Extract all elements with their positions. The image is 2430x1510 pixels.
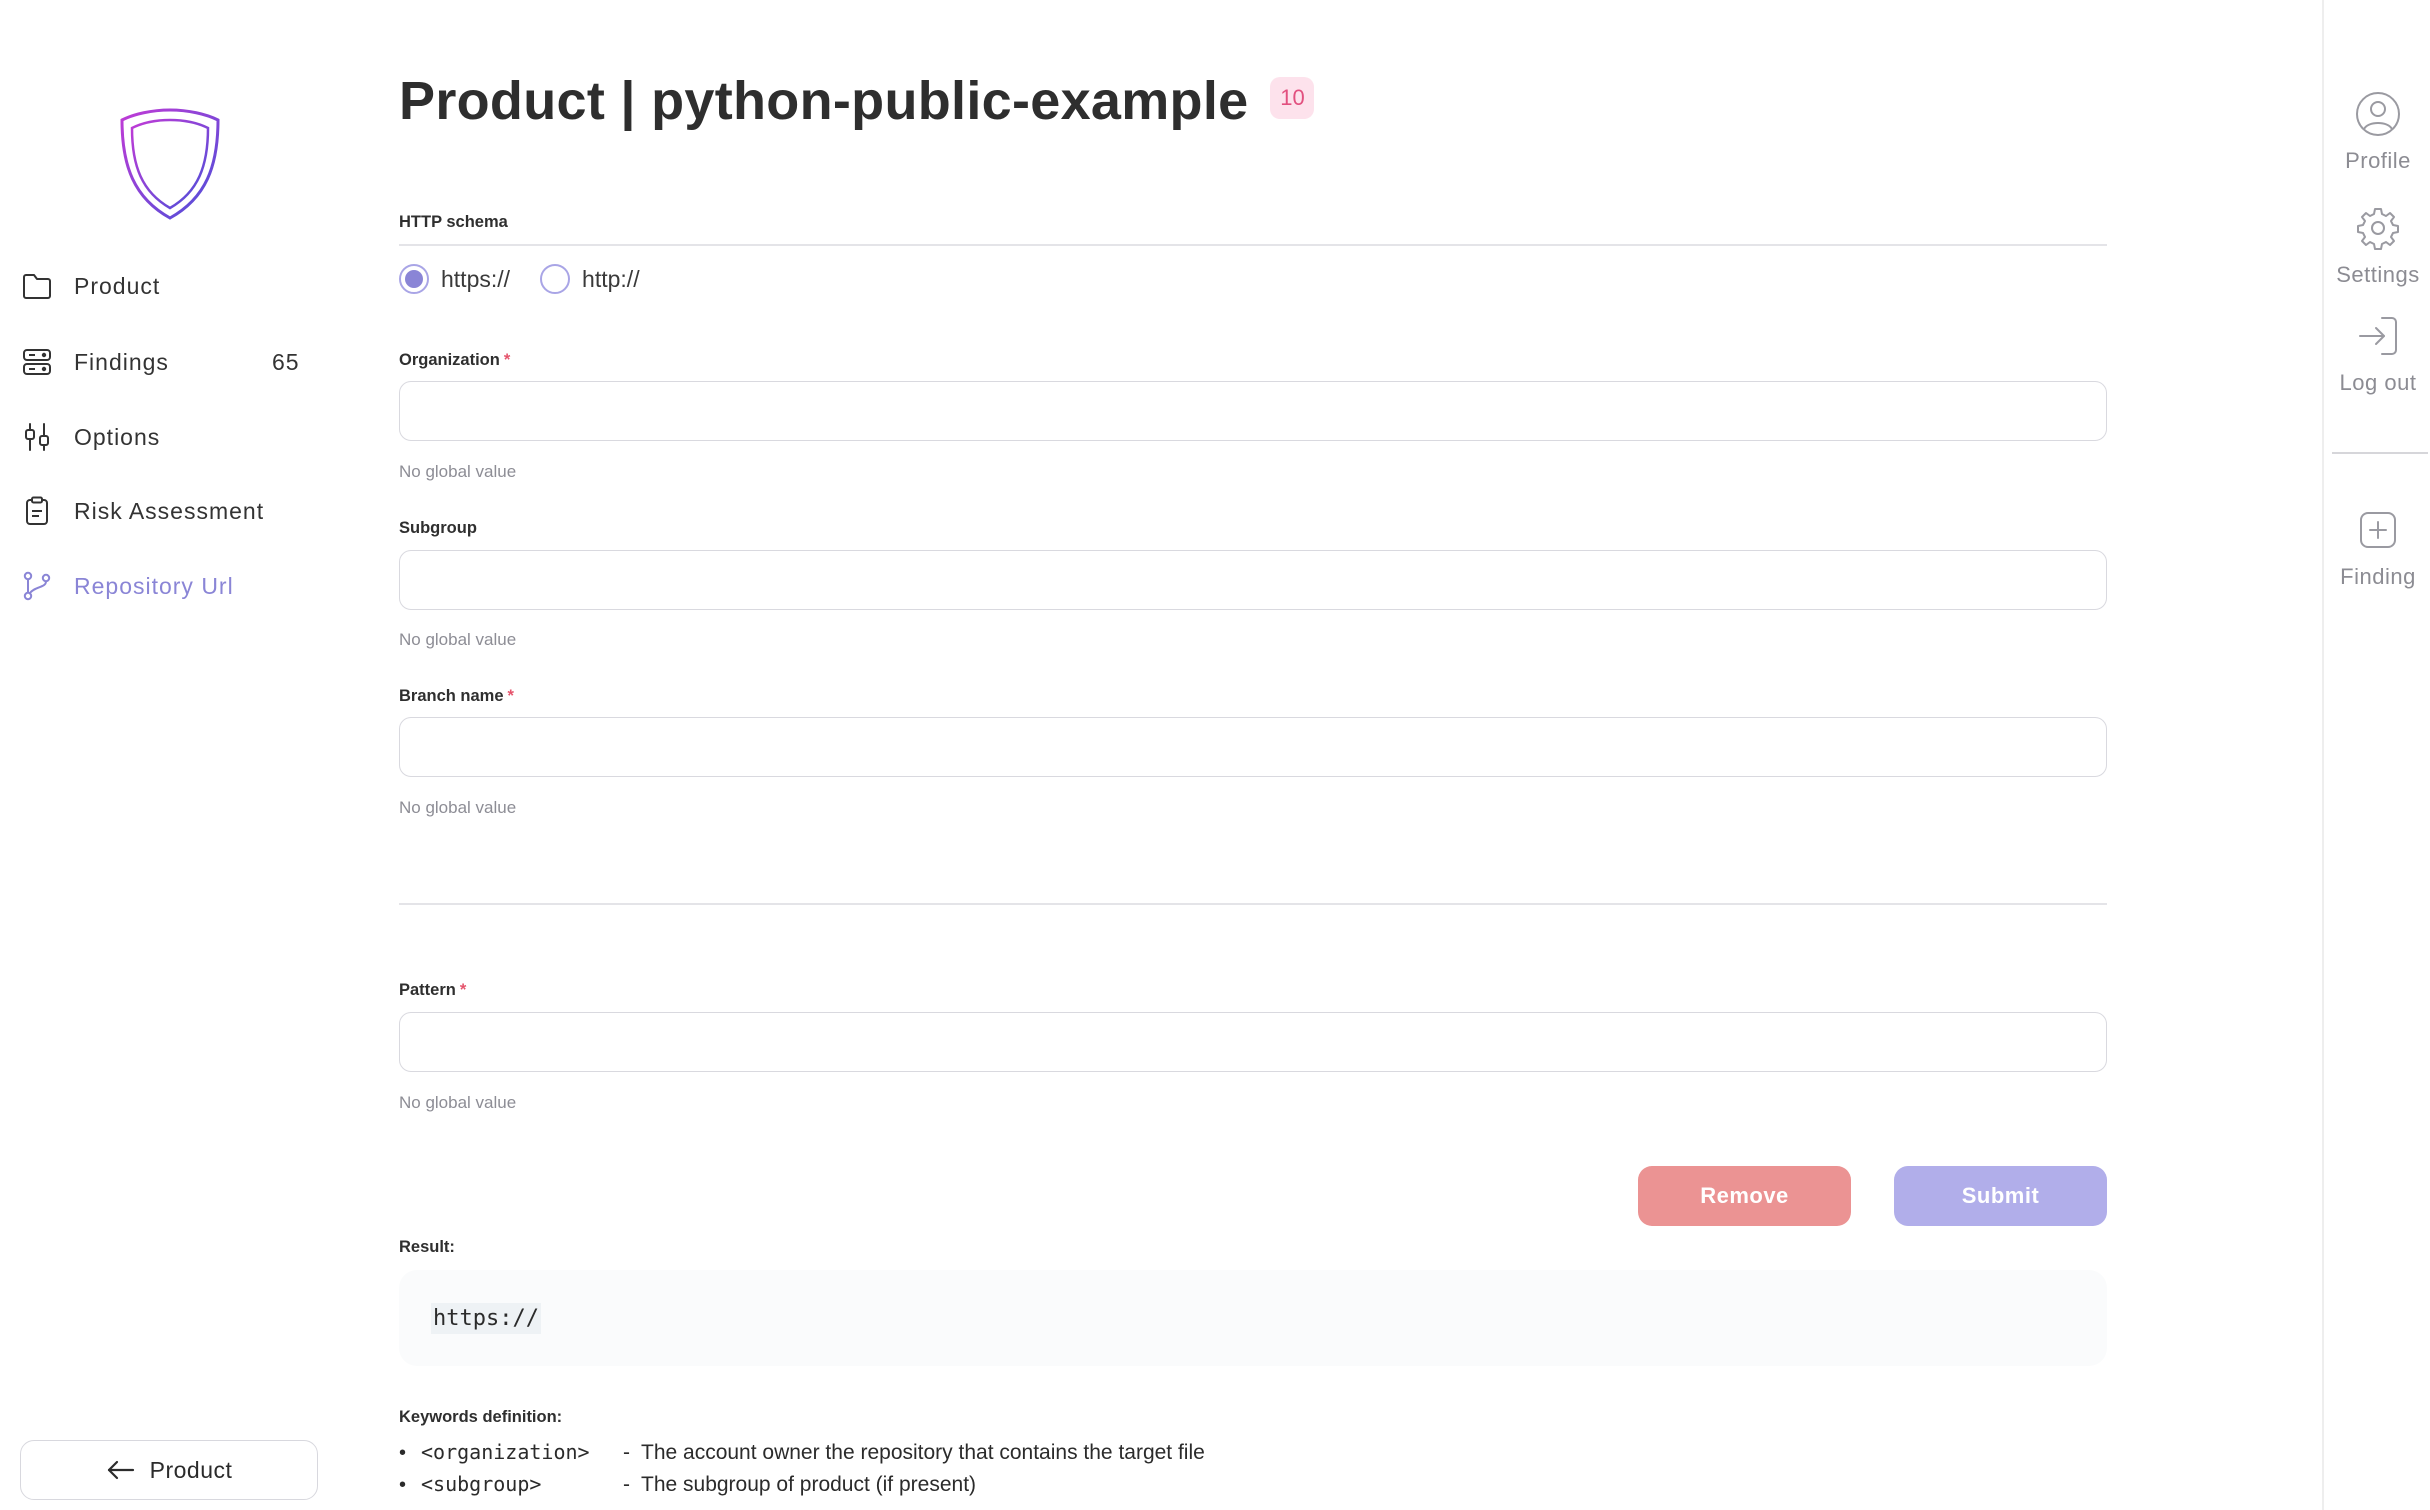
- pattern-input[interactable]: [399, 1012, 2107, 1072]
- count-badge: 10: [1270, 77, 1315, 119]
- submit-button[interactable]: Submit: [1894, 1166, 2107, 1226]
- sidebar-item-repository-url[interactable]: Repository Url: [20, 558, 310, 614]
- keyword-description: The account owner the repository that co…: [641, 1441, 1205, 1464]
- branch-name-label-text: Branch name: [399, 687, 504, 705]
- sidebar: Product Findings 65 Options Risk Assessm…: [0, 0, 340, 1510]
- subgroup-label: Subgroup: [399, 519, 477, 537]
- sidebar-item-label: Risk Assessment: [74, 497, 265, 524]
- radio-https[interactable]: https://: [399, 264, 510, 294]
- user-circle-icon: [2354, 90, 2402, 138]
- rail-divider: [2332, 452, 2428, 454]
- radio-button[interactable]: [540, 264, 571, 294]
- sidebar-item-findings[interactable]: Findings 65: [20, 334, 310, 390]
- arrow-left-icon: [106, 1459, 136, 1481]
- list-item: • <organization> - The account owner the…: [399, 1440, 1205, 1472]
- result-label: Result:: [399, 1238, 455, 1256]
- sidebar-item-label: Options: [74, 423, 161, 450]
- required-marker: *: [503, 351, 511, 369]
- gear-icon: [2354, 204, 2402, 252]
- branch-name-hint: No global value: [399, 798, 517, 817]
- sidebar-item-risk-assessment[interactable]: Risk Assessment: [20, 483, 310, 539]
- divider: [399, 903, 2107, 905]
- organization-label: Organization *: [399, 351, 510, 370]
- git-branch-icon: [20, 569, 54, 603]
- rail-item-label: Finding: [2340, 564, 2416, 589]
- radio-label: http://: [582, 265, 640, 292]
- rail-item-label: Profile: [2345, 148, 2411, 173]
- branch-name-input[interactable]: [399, 717, 2107, 777]
- rail-item-profile[interactable]: Profile: [2324, 90, 2430, 174]
- required-marker: *: [507, 687, 514, 705]
- remove-button[interactable]: Remove: [1638, 1166, 1851, 1226]
- sidebar-item-product[interactable]: Product: [20, 258, 310, 314]
- organization-input[interactable]: [399, 381, 2107, 441]
- radio-http[interactable]: http://: [540, 264, 640, 294]
- keywords-list: • <organization> - The account owner the…: [399, 1440, 1205, 1504]
- rail-item-log-out[interactable]: Log out: [2324, 312, 2430, 396]
- rail-item-label: Settings: [2336, 262, 2420, 287]
- rail-item-settings[interactable]: Settings: [2324, 204, 2430, 288]
- plus-square-icon: [2354, 506, 2402, 554]
- findings-count: 65: [272, 348, 300, 375]
- organization-label-text: Organization: [399, 351, 500, 369]
- back-to-product-button[interactable]: Product: [20, 1440, 318, 1500]
- server-icon: [20, 345, 54, 379]
- right-rail: Profile Settings Log out Finding: [2322, 0, 2430, 1510]
- radio-button-selected[interactable]: [399, 264, 429, 294]
- separator: -: [623, 1441, 630, 1464]
- rail-item-finding[interactable]: Finding: [2324, 506, 2430, 590]
- list-item: • <subgroup> - The subgroup of product (…: [399, 1472, 1205, 1504]
- bullet: •: [399, 1442, 407, 1464]
- organization-hint: No global value: [399, 462, 517, 481]
- keyword: <subgroup>: [421, 1472, 542, 1496]
- folder-icon: [20, 269, 54, 303]
- shield-icon[interactable]: [118, 106, 222, 222]
- sidebar-item-label: Findings: [74, 348, 169, 375]
- subgroup-input[interactable]: [399, 550, 2107, 610]
- pattern-label-text: Pattern: [399, 981, 456, 999]
- keyword: <organization>: [421, 1440, 590, 1464]
- pattern-label: Pattern *: [399, 981, 466, 1000]
- sliders-icon: [20, 420, 54, 454]
- bullet: •: [399, 1474, 407, 1496]
- keyword-description: The subgroup of product (if present): [641, 1473, 977, 1496]
- keywords-label: Keywords definition:: [399, 1408, 563, 1426]
- clipboard-icon: [20, 494, 54, 528]
- back-button-label: Product: [149, 1456, 233, 1483]
- divider: [399, 244, 2107, 246]
- result-box: https://: [399, 1270, 2107, 1366]
- result-value: https://: [431, 1302, 541, 1334]
- separator: -: [623, 1473, 630, 1496]
- required-marker: *: [459, 981, 467, 999]
- page-title: Product | python-public-example: [399, 71, 1249, 131]
- pattern-hint: No global value: [399, 1093, 517, 1112]
- branch-name-label: Branch name *: [399, 687, 514, 706]
- sidebar-item-options[interactable]: Options: [20, 409, 310, 465]
- sidebar-item-label: Repository Url: [74, 572, 234, 599]
- log-in-icon: [2354, 312, 2402, 360]
- sidebar-item-label: Product: [74, 272, 161, 299]
- subgroup-hint: No global value: [399, 630, 517, 649]
- rail-item-label: Log out: [2339, 370, 2417, 395]
- main-content: Product | python-public-example 10 HTTP …: [399, 0, 2107, 1510]
- http-schema-label: HTTP schema: [399, 213, 508, 231]
- http-schema-radio-group: https:// http://: [399, 264, 670, 294]
- header: Product | python-public-example 10: [399, 70, 1315, 132]
- radio-label: https://: [441, 265, 511, 292]
